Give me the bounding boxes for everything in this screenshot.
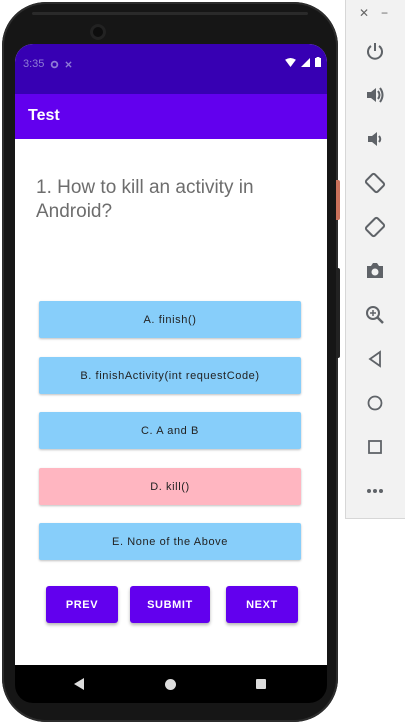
wifi-icon	[285, 57, 296, 67]
speaker-grille	[32, 12, 308, 15]
option-d-button[interactable]: D. kill()	[39, 468, 301, 505]
option-c-button[interactable]: C. A and B	[39, 412, 301, 449]
app-title: Test	[28, 107, 60, 124]
back-icon[interactable]	[363, 347, 387, 371]
status-bar: 3:35	[15, 44, 327, 94]
nav-home-icon[interactable]	[165, 679, 176, 690]
question-text: 1. How to kill an activity in Android?	[36, 177, 254, 222]
prev-button[interactable]: PREV	[46, 586, 118, 623]
minimize-icon[interactable]: −	[381, 6, 388, 20]
settings-status-icon	[51, 60, 59, 68]
front-camera	[90, 24, 106, 40]
nav-back-icon[interactable]	[74, 678, 84, 690]
status-right	[285, 57, 321, 67]
option-b-button[interactable]: B. finishActivity(int requestCode)	[39, 357, 301, 394]
option-a-button[interactable]: A. finish()	[39, 301, 301, 338]
battery-icon	[315, 57, 321, 67]
home-icon[interactable]	[363, 391, 387, 415]
status-left: 3:35	[23, 58, 73, 70]
volume-up-icon[interactable]	[363, 83, 387, 107]
status-time: 3:35	[23, 58, 45, 70]
notification-status-icon	[65, 60, 73, 68]
power-icon[interactable]	[363, 39, 387, 63]
volume-down-icon[interactable]	[363, 127, 387, 151]
nav-recents-icon[interactable]	[256, 679, 266, 689]
rotate-right-icon[interactable]	[363, 215, 387, 239]
submit-button[interactable]: SUBMIT	[130, 586, 210, 623]
signal-icon	[301, 57, 310, 67]
emulator-toolbar: ✕ −	[345, 0, 405, 519]
more-icon[interactable]	[363, 479, 387, 503]
rotate-left-icon[interactable]	[363, 171, 387, 195]
app-bar: Test	[15, 94, 327, 139]
volume-side-button	[336, 268, 340, 358]
zoom-icon[interactable]	[363, 303, 387, 327]
overview-icon[interactable]	[363, 435, 387, 459]
option-e-button[interactable]: E. None of the Above	[39, 523, 301, 560]
close-icon[interactable]: ✕	[359, 6, 369, 20]
device-screen: 3:35 Test 1. How to kill an activity in …	[15, 44, 327, 665]
system-nav-bar	[15, 665, 327, 703]
next-button[interactable]: NEXT	[226, 586, 298, 623]
camera-icon[interactable]	[363, 259, 387, 283]
power-side-button	[336, 180, 340, 220]
